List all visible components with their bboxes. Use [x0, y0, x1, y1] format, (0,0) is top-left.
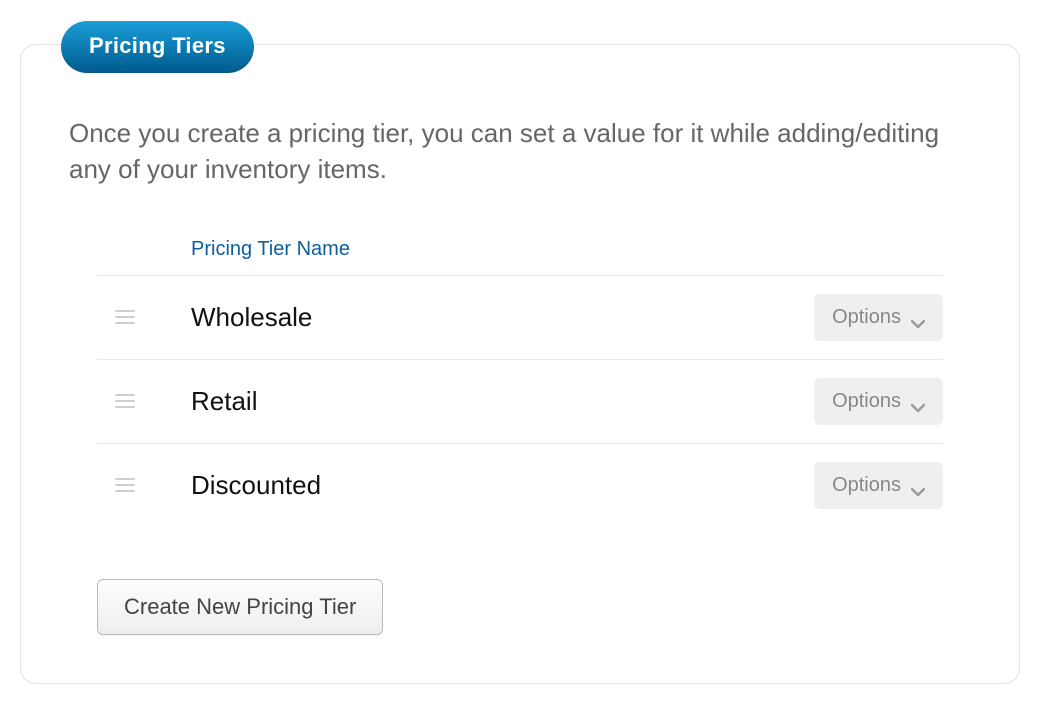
- drag-handle-icon[interactable]: [111, 478, 139, 492]
- pricing-tiers-panel: Pricing Tiers Once you create a pricing …: [20, 44, 1020, 684]
- tier-name: Retail: [191, 386, 814, 417]
- options-button-label: Options: [832, 306, 901, 329]
- column-header-name: Pricing Tier Name: [97, 228, 943, 275]
- table-row: Discounted Options: [97, 443, 943, 527]
- caret-down-icon: [911, 480, 925, 490]
- table-row: Retail Options: [97, 359, 943, 443]
- drag-handle-icon[interactable]: [111, 310, 139, 324]
- options-button[interactable]: Options: [814, 294, 943, 341]
- options-button[interactable]: Options: [814, 462, 943, 509]
- drag-handle-icon[interactable]: [111, 394, 139, 408]
- pricing-tier-table: Pricing Tier Name Wholesale Options Reta…: [97, 228, 943, 527]
- tier-name: Wholesale: [191, 302, 814, 333]
- create-new-pricing-tier-button[interactable]: Create New Pricing Tier: [97, 579, 383, 635]
- options-button-label: Options: [832, 474, 901, 497]
- caret-down-icon: [911, 312, 925, 322]
- tier-name: Discounted: [191, 470, 814, 501]
- panel-title-badge: Pricing Tiers: [61, 21, 254, 73]
- panel-description: Once you create a pricing tier, you can …: [69, 115, 969, 188]
- options-button[interactable]: Options: [814, 378, 943, 425]
- table-row: Wholesale Options: [97, 275, 943, 359]
- options-button-label: Options: [832, 390, 901, 413]
- caret-down-icon: [911, 396, 925, 406]
